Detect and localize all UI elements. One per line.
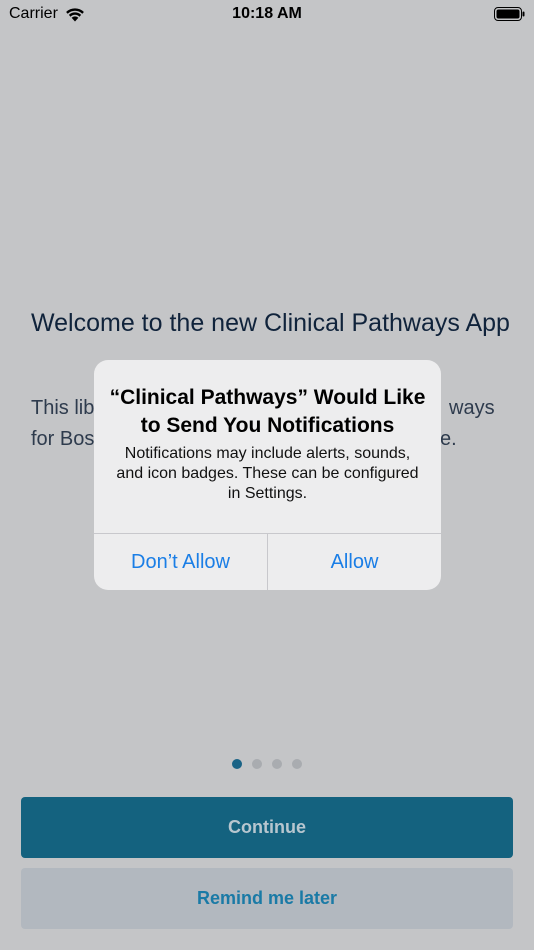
alert-title: “Clinical Pathways” Would Like to Send Y…: [109, 386, 426, 437]
remind-later-button[interactable]: Remind me later: [21, 868, 513, 929]
page-dot[interactable]: [272, 759, 282, 769]
status-bar: Carrier 10:18 AM: [0, 0, 534, 30]
notification-permission-alert: “Clinical Pathways” Would Like to Send Y…: [94, 360, 441, 590]
alert-message: Notifications may include alerts, sounds…: [116, 445, 419, 502]
status-time: 10:18 AM: [232, 5, 302, 22]
welcome-body-line1-left: This lib: [31, 397, 95, 419]
welcome-title: Welcome to the new Clinical Pathways App: [31, 309, 510, 337]
welcome-body-line1-right: ways: [449, 397, 495, 419]
page-dot[interactable]: [292, 759, 302, 769]
page-dot[interactable]: [252, 759, 262, 769]
battery-icon: [494, 7, 525, 21]
alert-actions: Don’t Allow Allow: [94, 533, 441, 590]
dont-allow-button[interactable]: Don’t Allow: [94, 534, 267, 590]
page-dot[interactable]: [232, 759, 242, 769]
continue-button[interactable]: Continue: [21, 797, 513, 858]
welcome-body-line2-left: for Bos: [31, 428, 95, 450]
allow-button[interactable]: Allow: [267, 534, 441, 590]
welcome-body-line2-right: e.: [440, 428, 457, 450]
page-indicator[interactable]: [0, 759, 534, 771]
onboarding-screen: Carrier 10:18 AM Welcome to the new Clin…: [0, 0, 534, 950]
